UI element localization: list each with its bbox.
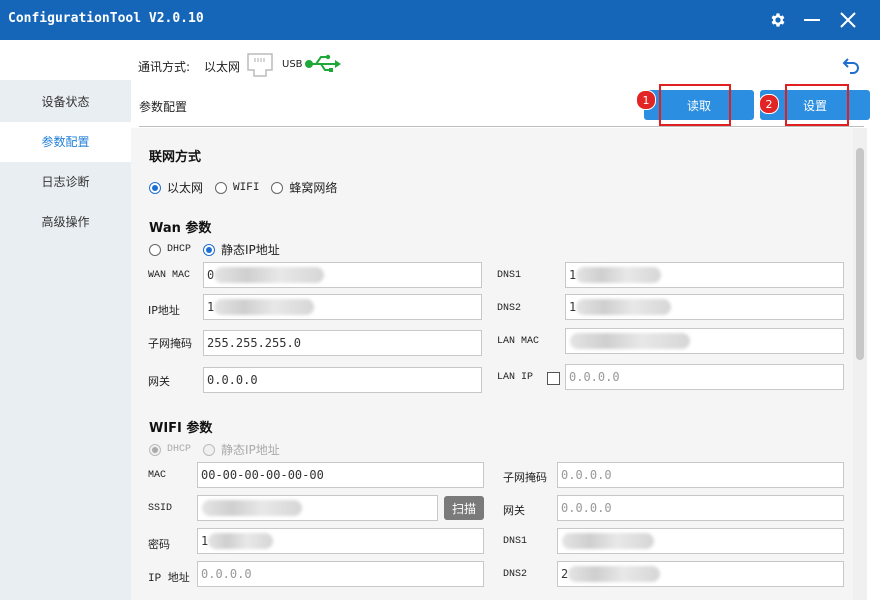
window-title: ConfigurationTool V2.0.10 xyxy=(8,11,204,26)
sidebar-item-device-status[interactable]: 设备状态 xyxy=(0,82,131,122)
sidebar: 设备状态 参数配置 日志诊断 高级操作 xyxy=(0,80,131,600)
wifi-scan-button[interactable]: 扫描 xyxy=(444,496,484,520)
step-badge-1: 1 xyxy=(636,90,656,110)
title-bar: ConfigurationTool V2.0.10 xyxy=(0,0,880,40)
wan-dns1-label: DNS1 xyxy=(497,270,522,281)
lan-ip-checkbox[interactable] xyxy=(547,372,560,385)
wifi-mode-radio-group: DHCP 静态IP地址 xyxy=(149,441,292,458)
wan-section-title: Wan 参数 xyxy=(149,221,212,236)
read-highlight-box xyxy=(659,84,731,126)
wifi-password-label: 密码 xyxy=(148,538,170,551)
radio-icon xyxy=(149,243,161,256)
radio-icon xyxy=(149,181,161,194)
wan-mac-field[interactable]: 0 xyxy=(203,262,482,288)
gear-icon xyxy=(771,13,785,27)
wan-mode-static[interactable]: 静态IP地址 xyxy=(203,241,280,258)
wifi-mac-field[interactable]: 00-00-00-00-00-00 xyxy=(197,462,484,488)
wifi-mac-label: MAC xyxy=(148,470,167,481)
wifi-mask-label: 子网掩码 xyxy=(503,471,547,484)
comm-label: 通讯方式: xyxy=(138,60,191,74)
network-option-cellular[interactable]: 蜂窝网络 xyxy=(271,179,337,196)
minimize-button[interactable] xyxy=(798,6,826,34)
wifi-dns2-field[interactable]: 2 xyxy=(557,561,844,587)
wan-dns2-field[interactable]: 1 xyxy=(565,294,844,320)
wifi-dns1-label: DNS1 xyxy=(503,536,528,547)
wan-gateway-field[interactable]: 0.0.0.0 xyxy=(203,367,482,393)
wan-ip-label: IP地址 xyxy=(148,304,180,317)
wifi-mode-static[interactable]: 静态IP地址 xyxy=(203,441,280,458)
network-option-wifi[interactable]: WIFI xyxy=(215,181,259,194)
radio-icon xyxy=(149,443,161,456)
close-button[interactable] xyxy=(834,6,862,34)
back-arrow-icon[interactable] xyxy=(842,56,860,74)
lan-mac-field[interactable] xyxy=(565,328,844,354)
wifi-dns1-field[interactable] xyxy=(557,528,844,554)
close-icon xyxy=(840,12,856,28)
page-title: 参数配置 xyxy=(139,100,188,114)
wan-dns1-field[interactable]: 1 xyxy=(565,262,844,288)
wifi-ip-field[interactable]: 0.0.0.0 xyxy=(197,561,484,587)
config-content: 联网方式 以太网 WIFI 蜂窝网络 Wan 参数 DHCP 静态IP地址 WA… xyxy=(131,128,853,600)
minimize-icon xyxy=(804,19,820,21)
wifi-mode-dhcp[interactable]: DHCP xyxy=(149,443,191,456)
wifi-section-title: WIFI 参数 xyxy=(149,421,213,436)
network-radio-group: 以太网 WIFI 蜂窝网络 xyxy=(149,179,349,196)
radio-icon xyxy=(203,443,216,456)
radio-icon xyxy=(203,243,216,256)
wifi-password-field[interactable]: 1 xyxy=(197,528,484,554)
wan-mask-field[interactable]: 255.255.255.0 xyxy=(203,330,482,356)
wan-gateway-label: 网关 xyxy=(148,375,170,388)
wan-mode-radio-group: DHCP 静态IP地址 xyxy=(149,241,292,258)
lan-mac-label: LAN MAC xyxy=(497,336,540,347)
lan-ip-label: LAN IP xyxy=(497,372,534,383)
wifi-ssid-field[interactable] xyxy=(197,495,438,521)
wan-mode-dhcp[interactable]: DHCP xyxy=(149,243,191,256)
wan-dns2-label: DNS2 xyxy=(497,303,522,314)
comm-bar: 通讯方式: 以太网 USB xyxy=(0,40,880,88)
network-option-ethernet[interactable]: 以太网 xyxy=(149,179,203,196)
comm-ethernet-label: 以太网 xyxy=(204,60,241,74)
settings-gear-button[interactable] xyxy=(764,6,792,34)
radio-icon xyxy=(215,181,228,194)
usb-icon[interactable] xyxy=(304,54,342,74)
set-highlight-box xyxy=(785,84,849,126)
comm-usb-label: USB xyxy=(282,59,303,70)
sidebar-item-param-config[interactable]: 参数配置 xyxy=(0,122,131,162)
network-section-title: 联网方式 xyxy=(149,150,202,165)
sidebar-item-log-diagnosis[interactable]: 日志诊断 xyxy=(0,162,131,202)
wifi-dns2-label: DNS2 xyxy=(503,569,528,580)
wifi-mask-field[interactable]: 0.0.0.0 xyxy=(557,462,844,488)
wifi-gateway-label: 网关 xyxy=(503,504,525,517)
wan-mac-label: WAN MAC xyxy=(148,270,191,281)
step-badge-2: 2 xyxy=(759,94,779,114)
wifi-gateway-field[interactable]: 0.0.0.0 xyxy=(557,495,844,521)
lan-ip-field[interactable]: 0.0.0.0 xyxy=(565,364,844,390)
wan-mask-label: 子网掩码 xyxy=(148,337,192,350)
sidebar-item-advanced[interactable]: 高级操作 xyxy=(0,202,131,242)
header-divider xyxy=(139,126,864,127)
radio-icon xyxy=(271,181,284,194)
wifi-ip-label: IP 地址 xyxy=(148,573,190,585)
wan-ip-field[interactable]: 1 xyxy=(203,294,482,320)
ethernet-port-icon[interactable] xyxy=(246,52,274,78)
scrollbar-thumb[interactable] xyxy=(856,148,864,360)
wifi-ssid-label: SSID xyxy=(148,503,173,514)
